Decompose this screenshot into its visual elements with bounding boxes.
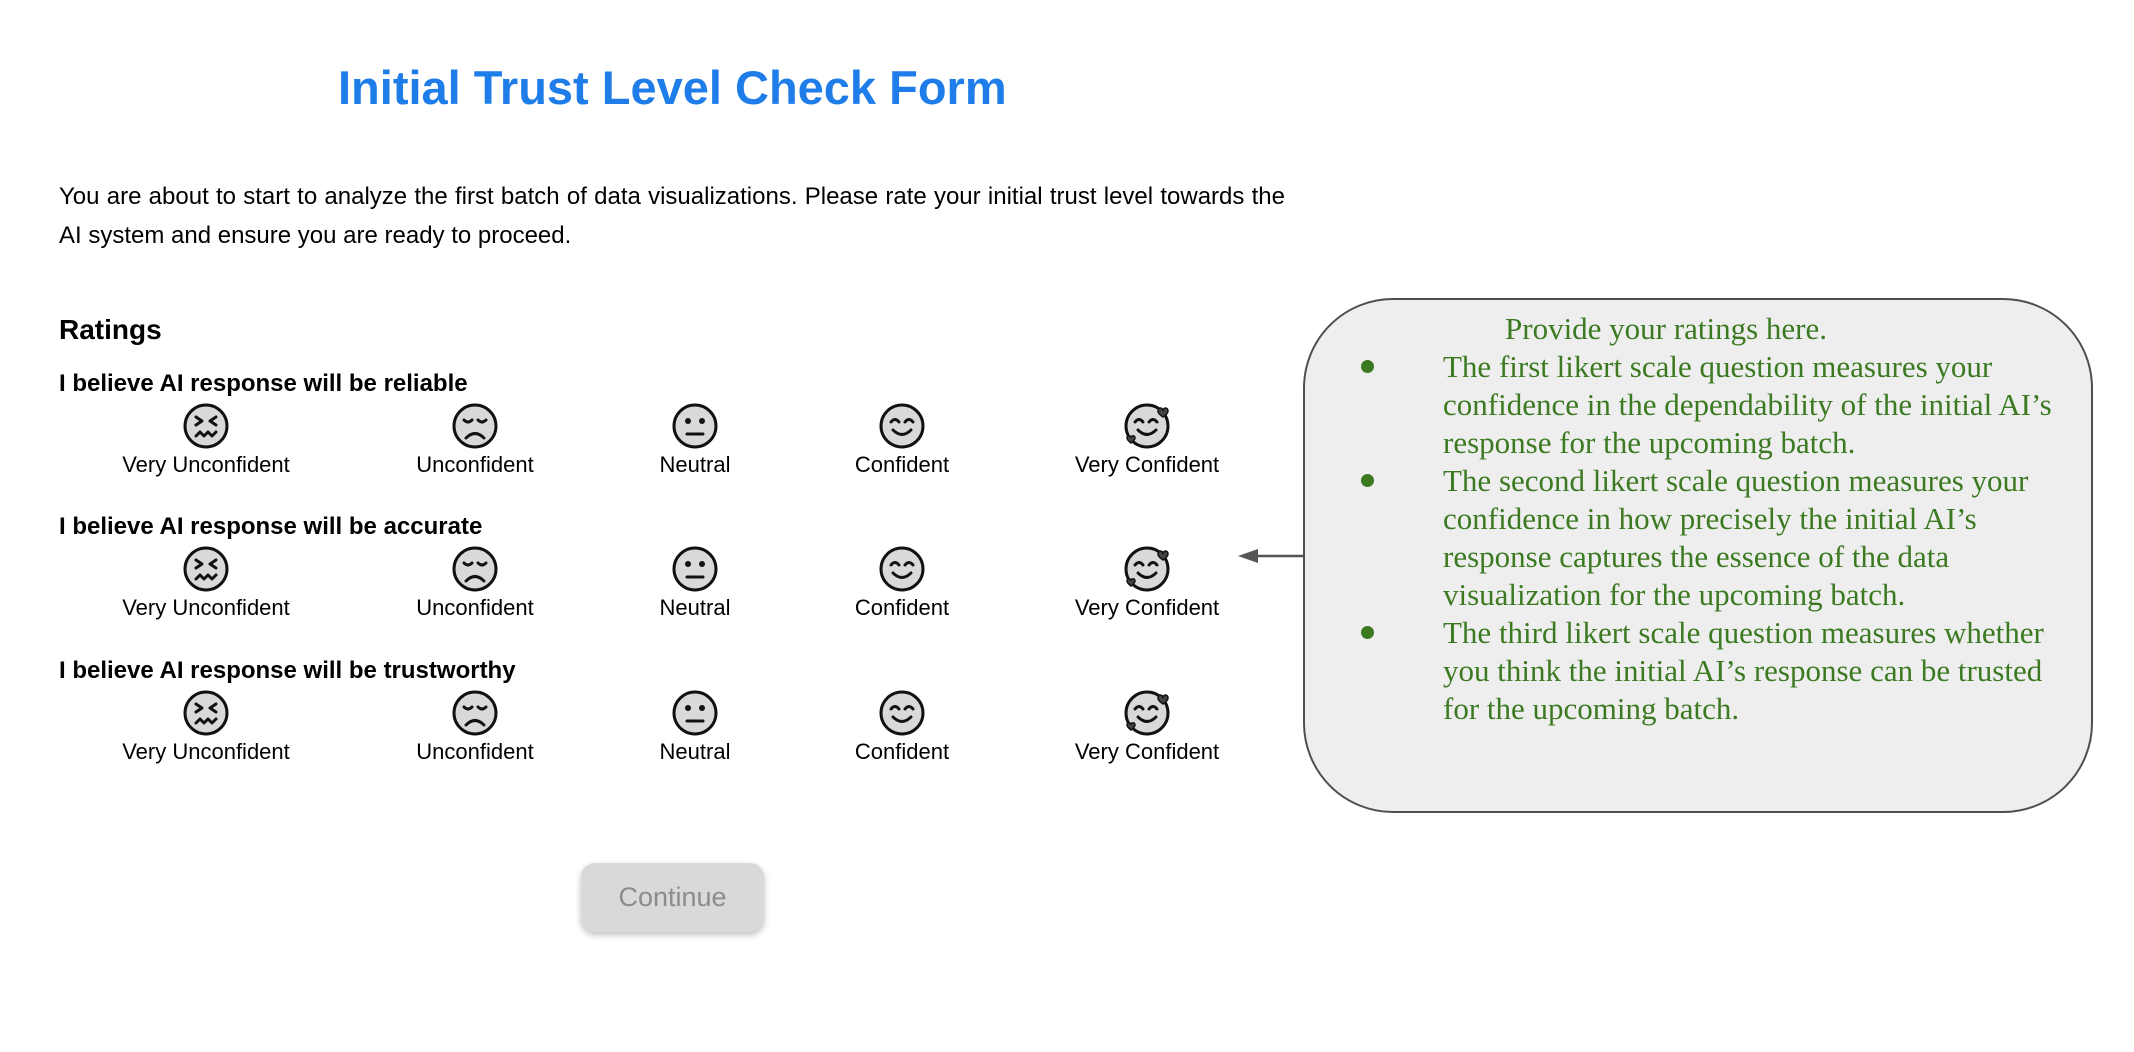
question-label: I believe AI response will be accurate [59, 513, 483, 540]
very-unconfident-face-icon [183, 403, 229, 449]
rating-option-label: Unconfident [416, 739, 534, 764]
confident-face-icon [879, 546, 925, 592]
bullet-icon [1361, 360, 1374, 373]
very-confident-face-icon [1124, 690, 1170, 736]
rating-option-confident[interactable]: Confident [782, 689, 1022, 765]
rating-option-unconfident[interactable]: Unconfident [355, 402, 595, 478]
rating-option-confident[interactable]: Confident [782, 545, 1022, 621]
question-label: I believe AI response will be reliable [59, 370, 468, 397]
ratings-heading: Ratings [59, 314, 162, 345]
rating-option-very-unconfident[interactable]: Very Unconfident [86, 402, 326, 478]
bullet-icon [1361, 626, 1374, 639]
rating-option-label: Unconfident [416, 595, 534, 620]
neutral-face-icon [672, 403, 718, 449]
rating-option-neutral[interactable]: Neutral [575, 402, 815, 478]
rating-option-label: Neutral [659, 595, 731, 620]
likert-question-reliable: I believe AI response will be reliable V… [59, 370, 1259, 500]
rating-option-very-confident[interactable]: Very Confident [1027, 689, 1267, 765]
callout-pointer-arrow-icon [1238, 549, 1304, 563]
rating-option-label: Very Confident [1074, 739, 1220, 764]
rating-option-very-confident[interactable]: Very Confident [1027, 545, 1267, 621]
rating-option-very-confident[interactable]: Very Confident [1027, 402, 1267, 478]
rating-option-very-unconfident[interactable]: Very Unconfident [86, 689, 326, 765]
rating-option-confident[interactable]: Confident [782, 402, 1022, 478]
rating-option-label: Confident [854, 595, 950, 620]
callout-list-item: The first likert scale question measures… [1361, 348, 2063, 462]
callout-title: Provide your ratings here. [1505, 311, 1827, 346]
callout-item-text: The third likert scale question measures… [1443, 615, 2044, 726]
confident-face-icon [879, 403, 925, 449]
callout-item-text: The first likert scale question measures… [1443, 349, 2052, 460]
rating-option-label: Confident [854, 739, 950, 764]
continue-button[interactable]: Continue [581, 863, 764, 932]
rating-option-neutral[interactable]: Neutral [575, 689, 815, 765]
rating-option-label: Very Unconfident [122, 739, 290, 764]
rating-option-very-unconfident[interactable]: Very Unconfident [86, 545, 326, 621]
callout-list-item: The second likert scale question measure… [1361, 462, 2063, 614]
rating-option-label: Unconfident [416, 452, 534, 477]
neutral-face-icon [672, 546, 718, 592]
likert-question-accurate: I believe AI response will be accurate V… [59, 513, 1259, 643]
confident-face-icon [879, 690, 925, 736]
very-unconfident-face-icon [183, 690, 229, 736]
rating-option-label: Very Confident [1074, 595, 1220, 620]
rating-option-label: Very Unconfident [122, 452, 290, 477]
rating-option-unconfident[interactable]: Unconfident [355, 689, 595, 765]
unconfident-face-icon [452, 403, 498, 449]
instruction-callout: Provide your ratings here. The first lik… [1303, 298, 2093, 813]
callout-list: The first likert scale question measures… [1361, 348, 2063, 728]
rating-option-label: Confident [854, 452, 950, 477]
bullet-icon [1361, 474, 1374, 487]
rating-option-neutral[interactable]: Neutral [575, 545, 815, 621]
intro-text: You are about to start to analyze the fi… [59, 183, 1285, 249]
page-title: Initial Trust Level Check Form [338, 61, 1007, 114]
callout-list-item: The third likert scale question measures… [1361, 614, 2063, 728]
rating-option-label: Neutral [659, 452, 731, 477]
rating-option-unconfident[interactable]: Unconfident [355, 545, 595, 621]
rating-option-label: Very Unconfident [122, 595, 290, 620]
likert-question-trustworthy: I believe AI response will be trustworth… [59, 657, 1259, 787]
question-label: I believe AI response will be trustworth… [59, 657, 516, 684]
very-confident-face-icon [1124, 546, 1170, 592]
rating-option-label: Neutral [659, 739, 731, 764]
unconfident-face-icon [452, 546, 498, 592]
neutral-face-icon [672, 690, 718, 736]
very-confident-face-icon [1124, 403, 1170, 449]
rating-option-label: Very Confident [1074, 452, 1220, 477]
very-unconfident-face-icon [183, 546, 229, 592]
callout-item-text: The second likert scale question measure… [1443, 463, 2029, 612]
unconfident-face-icon [452, 690, 498, 736]
